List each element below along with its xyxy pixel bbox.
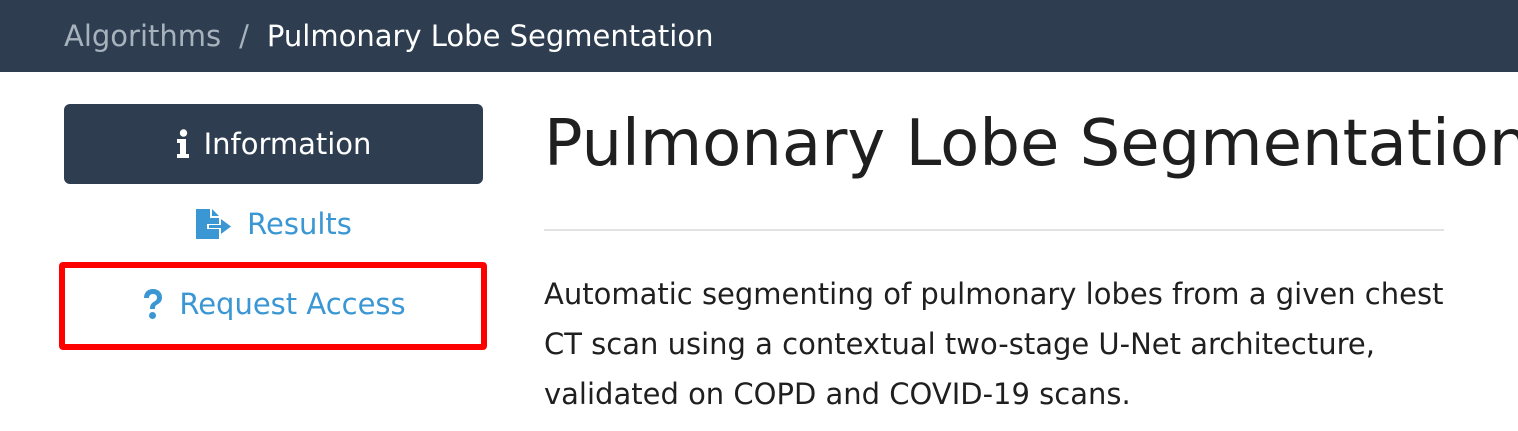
top-navbar: Algorithms / Pulmonary Lobe Segmentation [0,0,1518,72]
breadcrumb-algorithms-link[interactable]: Algorithms [64,19,221,53]
main-content: Pulmonary Lobe Segmentation Automatic se… [544,104,1518,411]
algorithm-description: Automatic segmenting of pulmonary lobes … [544,277,1444,411]
breadcrumb-separator: / [239,19,249,53]
sidebar-item-label: Results [247,207,352,241]
breadcrumb-current: Pulmonary Lobe Segmentation [266,19,714,53]
divider [544,229,1444,231]
highlight-outline [59,262,487,350]
info-icon [176,129,190,159]
sidebar-item-results[interactable]: Results [64,184,483,264]
breadcrumb: Algorithms / Pulmonary Lobe Segmentation [64,0,713,72]
page-title: Pulmonary Lobe Segmentation [544,107,1518,181]
sidebar-item-label: Information [203,127,372,161]
sidebar-item-information[interactable]: Information [64,104,483,184]
file-export-icon [195,208,233,240]
